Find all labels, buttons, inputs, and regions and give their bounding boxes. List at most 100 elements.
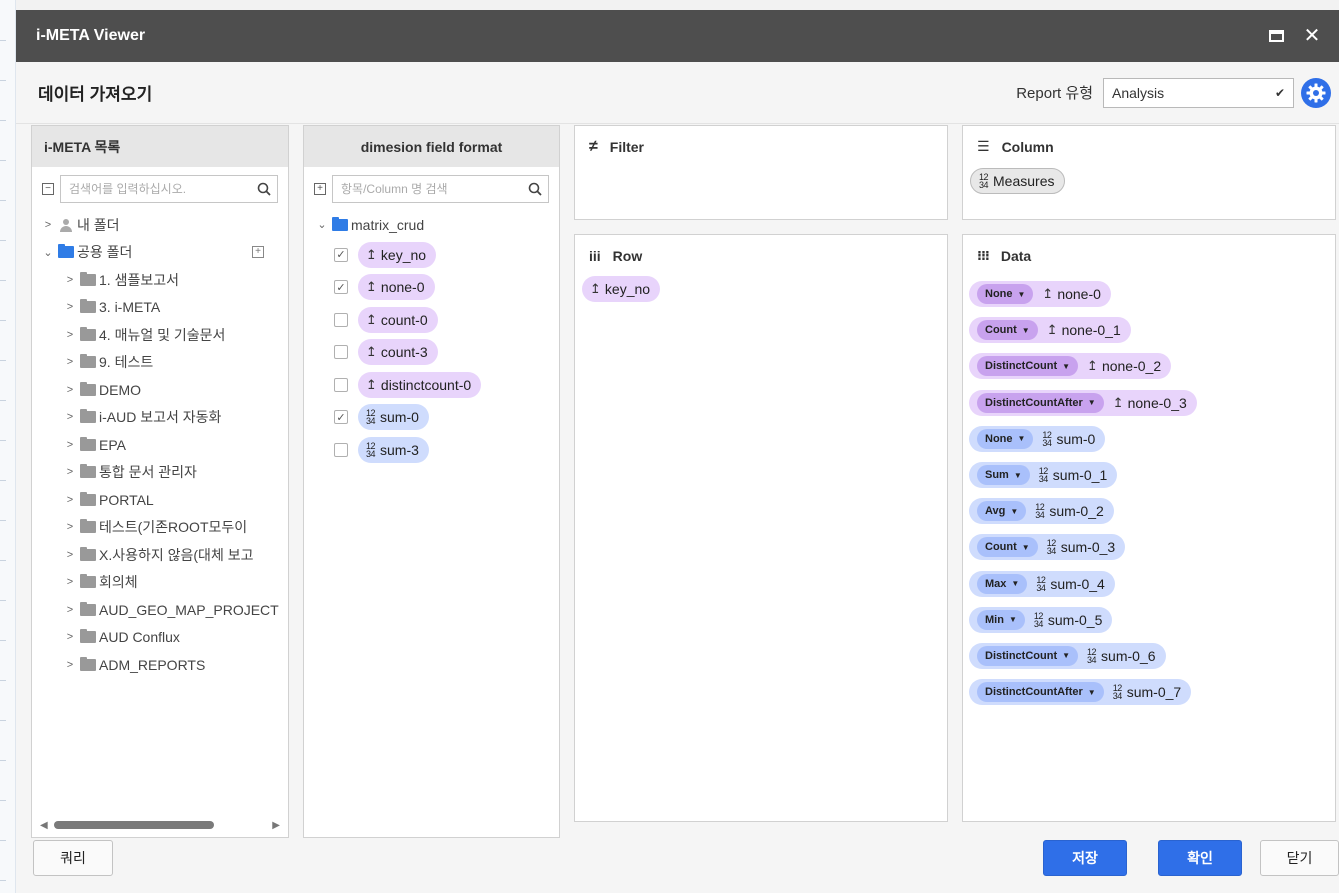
query-button[interactable]: 쿼리	[33, 840, 113, 876]
add-folder-icon[interactable]: +	[252, 246, 264, 259]
data-chip[interactable]: DistinctCountAfter ▼ ↥ none-0_3	[969, 389, 1197, 416]
scroll-right-icon[interactable]: ▶	[272, 820, 280, 831]
chevron-right-icon[interactable]: >	[62, 301, 78, 313]
chevron-right-icon[interactable]: >	[62, 576, 78, 588]
aggregation-dropdown[interactable]: Avg ▼	[977, 501, 1027, 522]
tree-item[interactable]: > i-AUD 보고서 자동화	[40, 404, 288, 432]
chevron-right-icon[interactable]: >	[62, 631, 78, 643]
field-checkbox[interactable]	[334, 377, 348, 392]
chevron-down-icon[interactable]: ⌄	[314, 218, 330, 231]
field-chip[interactable]: ↥ distinctcount-0	[358, 371, 482, 398]
tree-item[interactable]: >1. 샘플보고서	[40, 266, 288, 294]
tree-item[interactable]: > 통합 문서 관리자	[40, 459, 288, 487]
meta-search-input[interactable]	[67, 181, 257, 197]
chevron-right-icon[interactable]: >	[62, 604, 78, 616]
column-panel[interactable]: ☰ Column 12 34 Measures	[962, 125, 1336, 220]
field-row[interactable]: ↥ count-0	[304, 304, 559, 337]
field-row[interactable]: ✓ ↥ key_no	[304, 239, 559, 272]
aggregation-dropdown[interactable]: DistinctCountAfter ▼	[977, 392, 1104, 413]
field-chip[interactable]: ↥ none-0	[358, 274, 435, 301]
field-search-field[interactable]	[332, 175, 549, 203]
field-row[interactable]: ↥ count-3	[304, 336, 559, 369]
tree-item[interactable]: > EPA	[40, 431, 288, 459]
field-checkbox[interactable]: ✓	[334, 280, 348, 295]
field-chip[interactable]: ↥ key_no	[358, 241, 437, 268]
aggregation-dropdown[interactable]: DistinctCountAfter ▼	[977, 682, 1104, 703]
data-chip[interactable]: Min ▼ 12 34 sum-0_5	[969, 606, 1113, 633]
field-checkbox[interactable]	[334, 345, 348, 360]
aggregation-dropdown[interactable]: Sum ▼	[977, 465, 1030, 486]
tree-item[interactable]: > X.사용하지 않음(대체 보고	[40, 541, 288, 569]
data-chip[interactable]: None ▼ ↥ none-0	[969, 281, 1111, 308]
data-chip[interactable]: DistinctCount ▼ 12 34 sum-0_6	[969, 642, 1166, 669]
aggregation-dropdown[interactable]: Count ▼	[977, 537, 1038, 558]
meta-search-field[interactable]	[60, 175, 278, 203]
tree-item[interactable]: > 회의체	[40, 569, 288, 597]
tree-item[interactable]: > AUD_GEO_MAP_PROJECT	[40, 596, 288, 624]
scroll-left-icon[interactable]: ◀	[40, 820, 48, 831]
aggregation-dropdown[interactable]: Max ▼	[977, 573, 1028, 594]
row-panel[interactable]: iii Row ↥ key_no	[574, 234, 948, 822]
data-chip[interactable]: Sum ▼ 12 34 sum-0_1	[969, 462, 1118, 489]
aggregation-dropdown[interactable]: None ▼	[977, 428, 1034, 449]
data-chip[interactable]: None ▼ 12 34 sum-0	[969, 425, 1106, 452]
chevron-right-icon[interactable]: >	[40, 219, 56, 231]
field-checkbox[interactable]	[334, 442, 348, 457]
field-row[interactable]: ↥ distinctcount-0	[304, 369, 559, 402]
tree-item[interactable]: >4. 매뉴얼 및 기술문서	[40, 321, 288, 349]
field-chip[interactable]: ↥ count-3	[358, 339, 438, 366]
chevron-right-icon[interactable]: >	[62, 521, 78, 533]
aggregation-dropdown[interactable]: None ▼	[977, 284, 1034, 305]
scroll-thumb[interactable]	[53, 821, 214, 829]
expand-all-icon[interactable]: +	[314, 183, 326, 195]
chevron-down-icon[interactable]: ⌄	[40, 246, 56, 259]
search-icon[interactable]	[528, 182, 542, 196]
tree-item-my-folder[interactable]: > 내 폴더	[40, 211, 288, 239]
chevron-right-icon[interactable]: >	[62, 329, 78, 341]
field-root[interactable]: ⌄ matrix_crud	[314, 211, 559, 239]
chevron-right-icon[interactable]: >	[62, 411, 78, 423]
tree-item[interactable]: > AUD Conflux	[40, 624, 288, 652]
field-checkbox[interactable]: ✓	[334, 247, 348, 262]
filter-panel[interactable]: ≠ Filter	[574, 125, 948, 220]
field-row[interactable]: 12 34 sum-3	[304, 434, 559, 467]
data-chip[interactable]: Count ▼ 12 34 sum-0_3	[969, 534, 1126, 561]
tree-item[interactable]: > DEMO	[40, 376, 288, 404]
field-row[interactable]: ✓ ↥ none-0	[304, 271, 559, 304]
row-chip-key-no[interactable]: ↥ key_no	[582, 276, 661, 302]
data-panel[interactable]: ⁝⁝⁝ Data None ▼ ↥ none-0 Count ▼ ↥ none-0_1 Di…	[962, 234, 1336, 822]
data-chip[interactable]: Count ▼ ↥ none-0_1	[969, 317, 1131, 344]
tree-item[interactable]: > PORTAL	[40, 486, 288, 514]
field-chip[interactable]: 12 34 sum-0	[358, 404, 429, 431]
aggregation-dropdown[interactable]: DistinctCount ▼	[977, 356, 1079, 377]
chevron-right-icon[interactable]: >	[62, 274, 78, 286]
tree-item[interactable]: >9. 테스트	[40, 349, 288, 377]
column-chip-measures[interactable]: 12 34 Measures	[970, 168, 1066, 194]
search-icon[interactable]	[257, 182, 271, 196]
data-chip[interactable]: Avg ▼ 12 34 sum-0_2	[969, 498, 1114, 525]
field-checkbox[interactable]	[334, 312, 348, 327]
tree-item[interactable]: > 테스트(기존ROOT모두이	[40, 514, 288, 542]
field-checkbox[interactable]: ✓	[334, 410, 348, 425]
aggregation-dropdown[interactable]: Count ▼	[977, 320, 1038, 341]
tree-item[interactable]: >3. i-META	[40, 294, 288, 322]
field-row[interactable]: ✓ 12 34 sum-0	[304, 401, 559, 434]
save-button[interactable]: 저장	[1043, 840, 1127, 876]
field-chip[interactable]: 12 34 sum-3	[358, 436, 429, 463]
chevron-right-icon[interactable]: >	[62, 466, 78, 478]
data-chip[interactable]: DistinctCountAfter ▼ 12 34 sum-0_7	[969, 679, 1192, 706]
field-search-input[interactable]	[339, 181, 528, 197]
report-type-select[interactable]: Analysis ✔︎	[1103, 77, 1294, 108]
chevron-right-icon[interactable]: >	[62, 494, 78, 506]
tree-item[interactable]: > ADM_REPORTS	[40, 651, 288, 679]
chevron-right-icon[interactable]: >	[62, 549, 78, 561]
settings-button[interactable]	[1301, 77, 1331, 108]
chevron-right-icon[interactable]: >	[62, 356, 78, 368]
confirm-button[interactable]: 확인	[1158, 840, 1242, 876]
aggregation-dropdown[interactable]: Min ▼	[977, 609, 1025, 630]
aggregation-dropdown[interactable]: DistinctCount ▼	[977, 645, 1079, 666]
close-window-button[interactable]: ✕	[1299, 23, 1325, 49]
collapse-all-icon[interactable]: −	[42, 183, 54, 195]
chevron-right-icon[interactable]: >	[62, 384, 78, 396]
field-chip[interactable]: ↥ count-0	[358, 306, 438, 333]
